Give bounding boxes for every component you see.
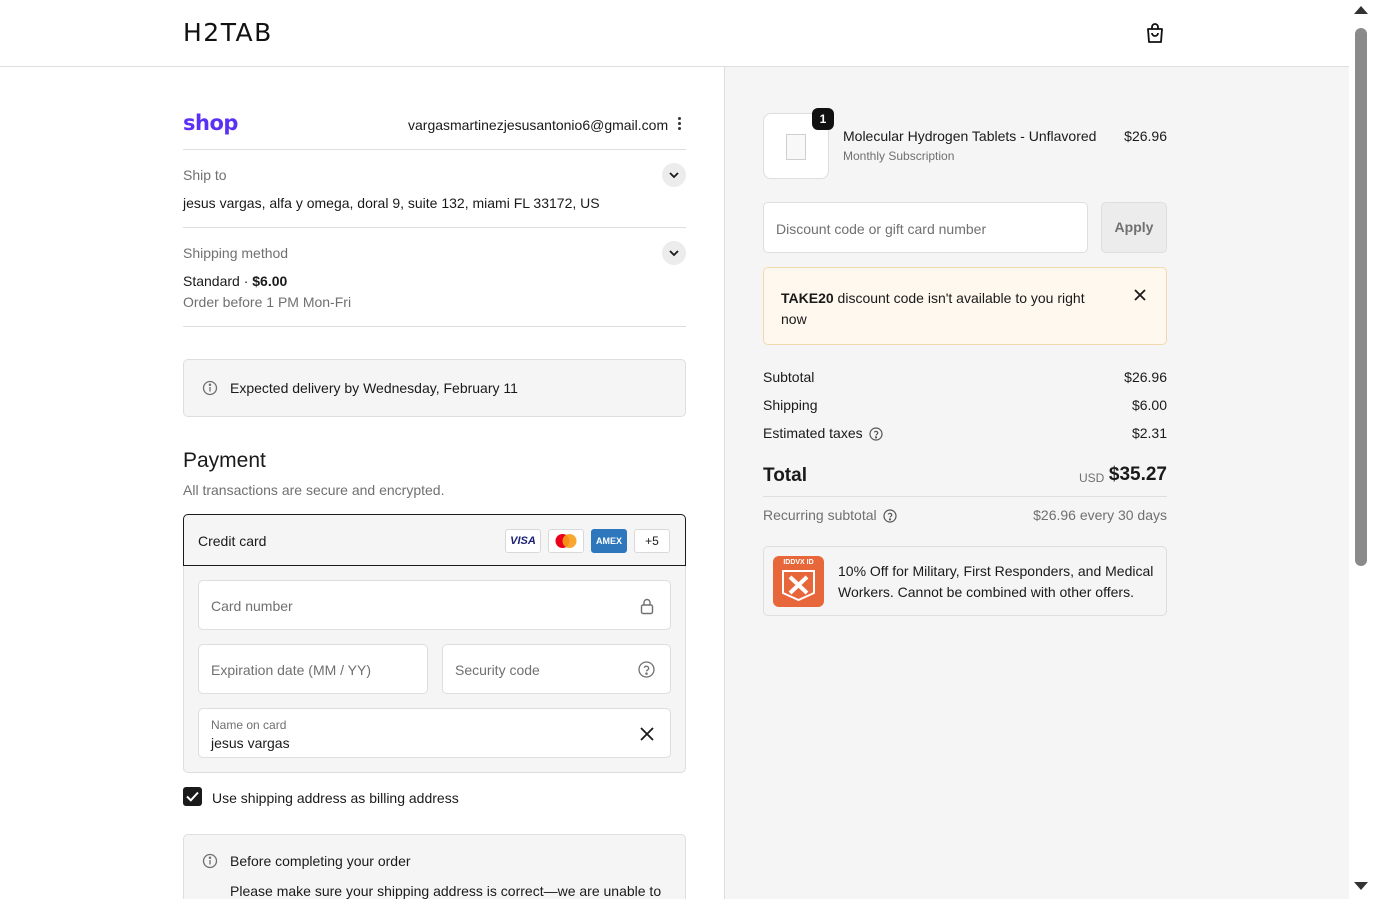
subtotal-value: $26.96 bbox=[1124, 369, 1167, 385]
notice-body: Please make sure your shipping address i… bbox=[230, 883, 662, 899]
payment-subtitle: All transactions are secure and encrypte… bbox=[183, 482, 445, 498]
product-subscription: Monthly Subscription bbox=[843, 149, 955, 163]
discount-error-banner: TAKE20 discount code isn't available to … bbox=[763, 267, 1167, 345]
billing-address-checkbox-label[interactable]: Use shipping address as billing address bbox=[212, 790, 459, 806]
total-label: Total bbox=[763, 465, 807, 486]
recurring-subtotal-label: Recurring subtotal bbox=[763, 507, 877, 523]
shipping-method-price: $6.00 bbox=[252, 273, 288, 289]
scrollbar-thumb[interactable] bbox=[1355, 28, 1367, 566]
shipping-method-note: Order before 1 PM Mon-Fri bbox=[183, 294, 352, 310]
account-menu-icon[interactable] bbox=[672, 117, 686, 133]
clear-icon[interactable] bbox=[640, 727, 654, 741]
product-name: Molecular Hydrogen Tablets - Unflavored bbox=[843, 128, 1097, 144]
name-on-card-field[interactable]: Name on card jesus vargas bbox=[198, 708, 671, 758]
site-header: H2TAB bbox=[0, 0, 1349, 67]
shipping-label: Shipping bbox=[763, 397, 818, 413]
divider bbox=[183, 227, 686, 228]
scroll-down-arrow-icon[interactable] bbox=[1354, 882, 1368, 890]
x-shield-icon bbox=[782, 570, 815, 601]
credit-card-label: Credit card bbox=[198, 533, 267, 549]
recurring-label-wrap: Recurring subtotal bbox=[763, 507, 897, 523]
visa-logo: VISA bbox=[505, 529, 541, 553]
order-notice-box: Before completing your order Please make… bbox=[183, 834, 686, 899]
chevron-down-icon bbox=[669, 250, 679, 257]
credit-card-option[interactable]: Credit card VISA AMEX +5 bbox=[183, 514, 686, 566]
shipping-value: $6.00 bbox=[1131, 397, 1167, 413]
amex-logo: AMEX bbox=[591, 529, 627, 553]
store-logo[interactable]: H2TAB bbox=[183, 18, 273, 47]
divider bbox=[763, 496, 1167, 497]
mastercard-logo bbox=[548, 529, 584, 553]
discount-error-text: TAKE20 discount code isn't available to … bbox=[781, 288, 1111, 330]
delivery-estimate-box: Expected delivery by Wednesday, February… bbox=[183, 359, 686, 417]
shipping-method-expand-button[interactable] bbox=[662, 241, 686, 265]
info-icon bbox=[202, 853, 218, 869]
shopping-bag-icon[interactable] bbox=[1143, 21, 1167, 45]
total-value: $35.27 bbox=[1108, 464, 1167, 485]
recurring-subtotal-value: $26.96 every 30 days bbox=[1033, 507, 1167, 523]
name-on-card-value: jesus vargas bbox=[211, 735, 290, 751]
subtotal-label: Subtotal bbox=[763, 369, 815, 385]
billing-address-checkbox[interactable] bbox=[183, 787, 202, 806]
lock-icon bbox=[640, 598, 654, 615]
divider bbox=[183, 326, 686, 327]
product-image bbox=[786, 134, 806, 160]
shop-pay-logo: shop bbox=[183, 111, 238, 135]
scroll-up-arrow-icon[interactable] bbox=[1354, 6, 1368, 14]
chevron-down-icon bbox=[669, 172, 679, 179]
close-icon[interactable] bbox=[1132, 287, 1148, 303]
taxes-label-wrap: Estimated taxes bbox=[763, 425, 883, 441]
shipping-method-value: Standard · $6.00 bbox=[183, 273, 287, 289]
name-on-card-label: Name on card bbox=[211, 718, 287, 732]
product-price: $26.96 bbox=[1124, 128, 1167, 144]
account-email: vargasmartinezjesusantonio6@gmail.com bbox=[408, 117, 669, 133]
card-number-placeholder: Card number bbox=[211, 598, 293, 614]
taxes-label: Estimated taxes bbox=[763, 425, 863, 441]
card-number-field[interactable]: Card number bbox=[198, 580, 671, 630]
payment-title: Payment bbox=[183, 449, 266, 472]
page-scrollbar[interactable] bbox=[1349, 0, 1373, 899]
security-code-field[interactable]: Security code bbox=[442, 644, 671, 694]
ship-to-address: jesus vargas, alfa y omega, doral 9, sui… bbox=[183, 195, 600, 211]
more-card-brands-badge: +5 bbox=[634, 529, 670, 553]
checkmark-icon bbox=[186, 791, 199, 802]
help-circle-icon[interactable] bbox=[638, 661, 655, 678]
idme-logo: IDDVX ID bbox=[773, 556, 824, 607]
promo-banner[interactable]: IDDVX ID 10% Off for Military, First Res… bbox=[763, 546, 1167, 616]
notice-title: Before completing your order bbox=[230, 853, 411, 869]
promo-text: 10% Off for Military, First Responders, … bbox=[838, 563, 1154, 600]
discount-code-input[interactable]: Discount code or gift card number bbox=[763, 202, 1088, 253]
expiration-date-placeholder: Expiration date (MM / YY) bbox=[211, 662, 372, 678]
discount-error-code: TAKE20 bbox=[781, 290, 834, 306]
apply-discount-button[interactable]: Apply bbox=[1101, 202, 1167, 253]
taxes-value: $2.31 bbox=[1131, 425, 1167, 441]
info-icon bbox=[202, 380, 218, 396]
security-code-placeholder: Security code bbox=[455, 662, 540, 678]
ship-to-expand-button[interactable] bbox=[662, 163, 686, 187]
help-circle-icon[interactable] bbox=[883, 509, 897, 523]
shipping-method-label: Shipping method bbox=[183, 245, 289, 261]
quantity-badge: 1 bbox=[812, 108, 834, 130]
shipping-method-name: Standard · bbox=[183, 273, 253, 289]
expiration-date-field[interactable]: Expiration date (MM / YY) bbox=[198, 644, 428, 694]
order-summary-panel bbox=[724, 67, 1349, 899]
divider bbox=[183, 149, 686, 150]
delivery-estimate-text: Expected delivery by Wednesday, February… bbox=[230, 380, 518, 396]
credit-card-form: Card number Expiration date (MM / YY) Se… bbox=[183, 566, 686, 773]
discount-code-placeholder: Discount code or gift card number bbox=[776, 221, 987, 237]
ship-to-label: Ship to bbox=[183, 167, 227, 183]
help-circle-icon[interactable] bbox=[869, 427, 883, 441]
